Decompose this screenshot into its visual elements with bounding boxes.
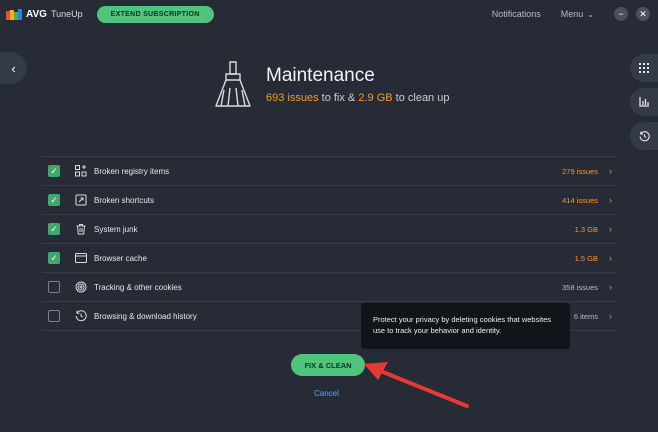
item-label: Broken shortcuts bbox=[94, 195, 155, 205]
page-subtitle: 693 issues to fix & 2.9 GB to clean up bbox=[266, 92, 449, 104]
list-item[interactable]: ✓ Broken registry items 279 issues › bbox=[42, 156, 616, 185]
performance-button[interactable] bbox=[630, 88, 658, 116]
history-icon bbox=[74, 309, 88, 323]
chevron-right-icon[interactable]: › bbox=[609, 224, 612, 234]
chevron-right-icon[interactable]: › bbox=[609, 195, 612, 205]
list-item[interactable]: ✓ System junk 1.3 GB › bbox=[42, 214, 616, 243]
page-title: Maintenance bbox=[266, 65, 375, 86]
minimize-icon: − bbox=[618, 8, 624, 19]
chevron-right-icon[interactable]: › bbox=[609, 253, 612, 263]
browser-icon bbox=[74, 251, 88, 265]
item-label: System junk bbox=[94, 224, 138, 234]
item-value: 6 items bbox=[573, 311, 598, 321]
clock-history-icon bbox=[639, 130, 650, 141]
back-button[interactable]: ‹ bbox=[0, 52, 27, 84]
minimize-button[interactable]: − bbox=[614, 7, 628, 21]
menu-label: Menu bbox=[560, 9, 584, 19]
chevron-right-icon[interactable]: › bbox=[609, 282, 612, 292]
broom-icon bbox=[215, 61, 251, 107]
subtitle-text-2: to clean up bbox=[392, 92, 450, 104]
title-bar: AVG TuneUp EXTEND SUBSCRIPTION Notificat… bbox=[0, 0, 658, 28]
cleanup-size: 2.9 GB bbox=[358, 92, 393, 104]
item-label: Broken registry items bbox=[94, 166, 170, 176]
notifications-link[interactable]: Notifications bbox=[492, 9, 541, 19]
close-icon: ✕ bbox=[639, 8, 647, 19]
maintenance-header: Maintenance 693 issues to fix & 2.9 GB t… bbox=[210, 60, 449, 110]
shortcut-icon bbox=[74, 193, 88, 207]
list-item[interactable]: Tracking & other cookies 358 issues › bbox=[42, 272, 616, 301]
history-button[interactable] bbox=[630, 122, 658, 150]
extend-subscription-button[interactable]: EXTEND SUBSCRIPTION bbox=[96, 5, 214, 23]
list-item[interactable]: ✓ Broken shortcuts 414 issues › bbox=[42, 185, 616, 214]
checkbox-unchecked[interactable] bbox=[48, 310, 60, 322]
product-name: TuneUp bbox=[50, 9, 83, 19]
side-toolbar bbox=[630, 54, 658, 156]
app-logo: AVG TuneUp bbox=[6, 8, 83, 20]
item-value: 1.5 GB bbox=[574, 253, 598, 263]
checkbox-checked[interactable]: ✓ bbox=[48, 223, 60, 235]
close-button[interactable]: ✕ bbox=[636, 7, 650, 21]
checkbox-checked[interactable]: ✓ bbox=[48, 194, 60, 206]
fingerprint-icon bbox=[74, 280, 88, 294]
menu-dropdown[interactable]: Menu ⌄ bbox=[561, 9, 594, 19]
fix-and-clean-button[interactable]: FIX & CLEAN bbox=[291, 354, 365, 376]
chevron-right-icon[interactable]: › bbox=[609, 166, 612, 176]
list-item[interactable]: ✓ Browser cache 1.5 GB › bbox=[42, 243, 616, 272]
chevron-left-icon: ‹ bbox=[11, 60, 16, 76]
item-label: Browsing & download history bbox=[94, 311, 197, 321]
registry-icon bbox=[74, 164, 88, 178]
brand-name: AVG bbox=[26, 8, 47, 20]
item-value: 358 issues bbox=[562, 282, 598, 292]
bar-chart-icon bbox=[638, 97, 649, 107]
checkbox-checked[interactable]: ✓ bbox=[48, 165, 60, 177]
apps-grid-button[interactable] bbox=[630, 54, 658, 82]
trash-icon bbox=[74, 222, 88, 236]
chevron-down-icon: ⌄ bbox=[587, 9, 594, 19]
item-label: Tracking & other cookies bbox=[94, 282, 182, 292]
cookies-tooltip: Protect your privacy by deleting cookies… bbox=[361, 303, 570, 349]
item-label: Browser cache bbox=[94, 253, 147, 263]
item-value: 1.3 GB bbox=[574, 224, 598, 234]
avg-logo-icon bbox=[6, 8, 24, 20]
checkbox-checked[interactable]: ✓ bbox=[48, 252, 60, 264]
item-value: 279 issues bbox=[562, 166, 598, 176]
subtitle-text-1: to fix & bbox=[318, 92, 359, 104]
checkbox-unchecked[interactable] bbox=[48, 281, 60, 293]
grid-icon bbox=[639, 63, 649, 73]
item-value: 414 issues bbox=[562, 195, 598, 205]
chevron-right-icon[interactable]: › bbox=[609, 311, 612, 321]
cancel-link[interactable]: Cancel bbox=[314, 389, 339, 398]
issues-count: 693 issues bbox=[266, 92, 319, 104]
